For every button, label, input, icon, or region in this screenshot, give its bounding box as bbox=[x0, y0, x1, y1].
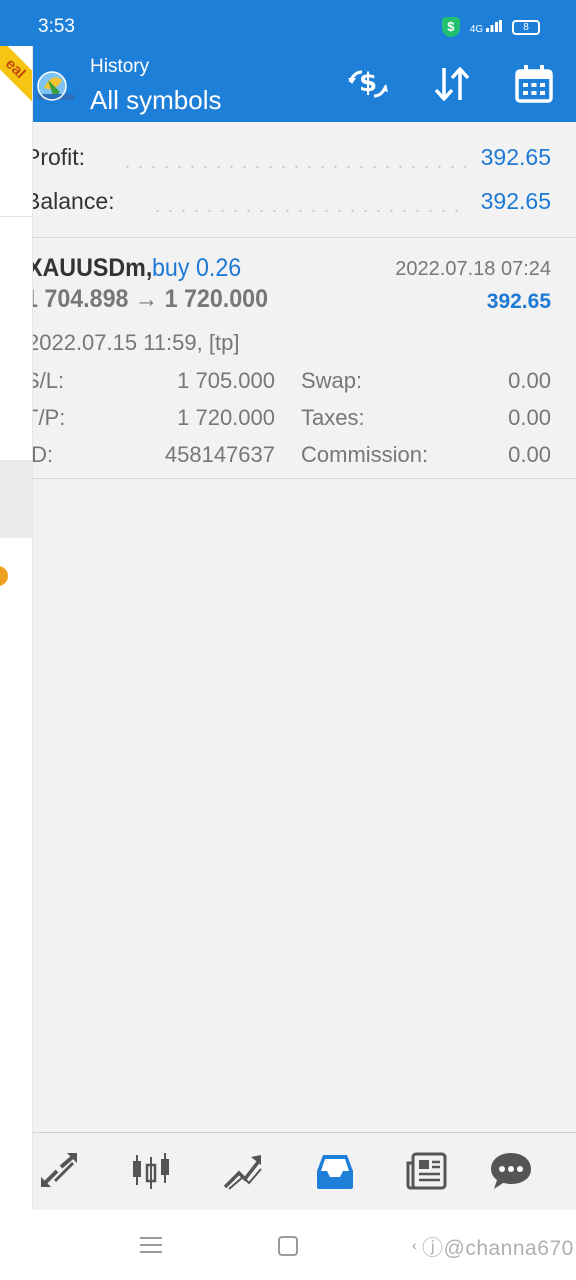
history-icon bbox=[317, 1155, 353, 1189]
nav-history[interactable] bbox=[311, 1147, 359, 1195]
back-icon[interactable]: ‹ bbox=[412, 1237, 417, 1253]
nav-quotes[interactable] bbox=[35, 1147, 83, 1195]
navigation-drawer-edge[interactable]: eal bbox=[0, 46, 33, 1210]
profit-value: 392.65 bbox=[480, 144, 551, 170]
battery-icon: 8 bbox=[512, 19, 540, 35]
trade-icon bbox=[223, 1155, 262, 1190]
drawer-selected-item[interactable] bbox=[0, 460, 32, 538]
status-time: 3:53 bbox=[38, 16, 75, 37]
quotes-icon bbox=[41, 1153, 77, 1187]
balance-label: Balance: bbox=[33, 188, 115, 214]
home-icon[interactable] bbox=[278, 1236, 298, 1256]
status-bar: 3:53 $ 4G 8 bbox=[0, 0, 576, 46]
swap-value: 0.00 bbox=[508, 368, 551, 393]
profit-row: Profit: 392.65 bbox=[33, 136, 576, 180]
tp-label: T/P: bbox=[33, 405, 66, 430]
currency-exchange-icon: $ bbox=[348, 68, 388, 98]
chat-icon bbox=[491, 1153, 531, 1189]
calendar-icon bbox=[515, 65, 553, 103]
swap-label: Swap: bbox=[301, 368, 363, 393]
deal-profit: 392.65 bbox=[486, 290, 551, 313]
screen-label: History bbox=[90, 56, 150, 77]
calendar-button[interactable] bbox=[512, 62, 556, 106]
sl-label: S/L: bbox=[33, 368, 65, 393]
leader-dots bbox=[151, 210, 466, 212]
sl-value: 1 705.000 bbox=[177, 368, 275, 393]
taxes-label: Taxes: bbox=[301, 405, 365, 430]
id-value: 458147637 bbox=[164, 442, 275, 467]
id-label: ID: bbox=[33, 442, 54, 467]
leader-dots bbox=[121, 166, 466, 168]
tp-value: 1 720.000 bbox=[177, 405, 275, 430]
currency-exchange-button[interactable]: $ bbox=[346, 62, 390, 106]
taxes-value: 0.00 bbox=[508, 405, 551, 430]
chart-icon bbox=[133, 1153, 169, 1189]
deal-symbol: XAUUSDm, bbox=[33, 254, 153, 282]
commission-label: Commission: bbox=[301, 442, 429, 467]
nav-chart[interactable] bbox=[127, 1147, 175, 1195]
news-icon bbox=[406, 1152, 447, 1190]
nav-news[interactable] bbox=[403, 1147, 451, 1195]
recent-apps-icon[interactable] bbox=[140, 1237, 162, 1255]
sort-icon bbox=[434, 67, 470, 101]
drawer-divider bbox=[0, 216, 32, 217]
nav-chat[interactable] bbox=[487, 1147, 535, 1195]
deal-item[interactable]: XAUUSDm, buy 0.26 2022.07.18 07:24 1 704… bbox=[33, 238, 576, 478]
deal-open-info: 2022.07.15 11:59, [tp] bbox=[33, 330, 240, 355]
drawer-badge-icon bbox=[0, 566, 8, 586]
deal-ribbon: eal bbox=[0, 46, 32, 109]
system-navigation-bar: ‹ ⓙ@channa670 bbox=[0, 1210, 576, 1280]
sort-button[interactable] bbox=[430, 62, 474, 106]
balance-value: 392.65 bbox=[480, 188, 551, 214]
history-content: Profit: 392.65 Balance: 392.65 XAUUSDm, … bbox=[33, 122, 576, 1132]
deal-prices: 1 704.898 → 1 720.000 bbox=[33, 285, 269, 313]
divider bbox=[33, 478, 576, 479]
status-icons: $ 4G 8 bbox=[441, 17, 540, 37]
network-type: 4G bbox=[469, 23, 484, 35]
app-bar: History All symbols $ bbox=[0, 46, 576, 122]
deal-side: buy 0.26 bbox=[152, 254, 242, 282]
bottom-navigation bbox=[33, 1132, 576, 1210]
profit-label: Profit: bbox=[33, 144, 86, 170]
metatrader-logo-icon[interactable] bbox=[34, 58, 76, 108]
watermark: ⓙ@channa670 bbox=[422, 1237, 574, 1260]
commission-value: 0.00 bbox=[508, 442, 551, 467]
security-shield-icon: $ bbox=[441, 17, 460, 37]
nav-trade[interactable] bbox=[219, 1147, 267, 1195]
balance-row: Balance: 392.65 bbox=[33, 180, 576, 224]
deal-close-time: 2022.07.18 07:24 bbox=[395, 258, 551, 280]
network-signal-icon: 4G bbox=[469, 19, 502, 35]
page-title[interactable]: All symbols bbox=[90, 85, 221, 116]
